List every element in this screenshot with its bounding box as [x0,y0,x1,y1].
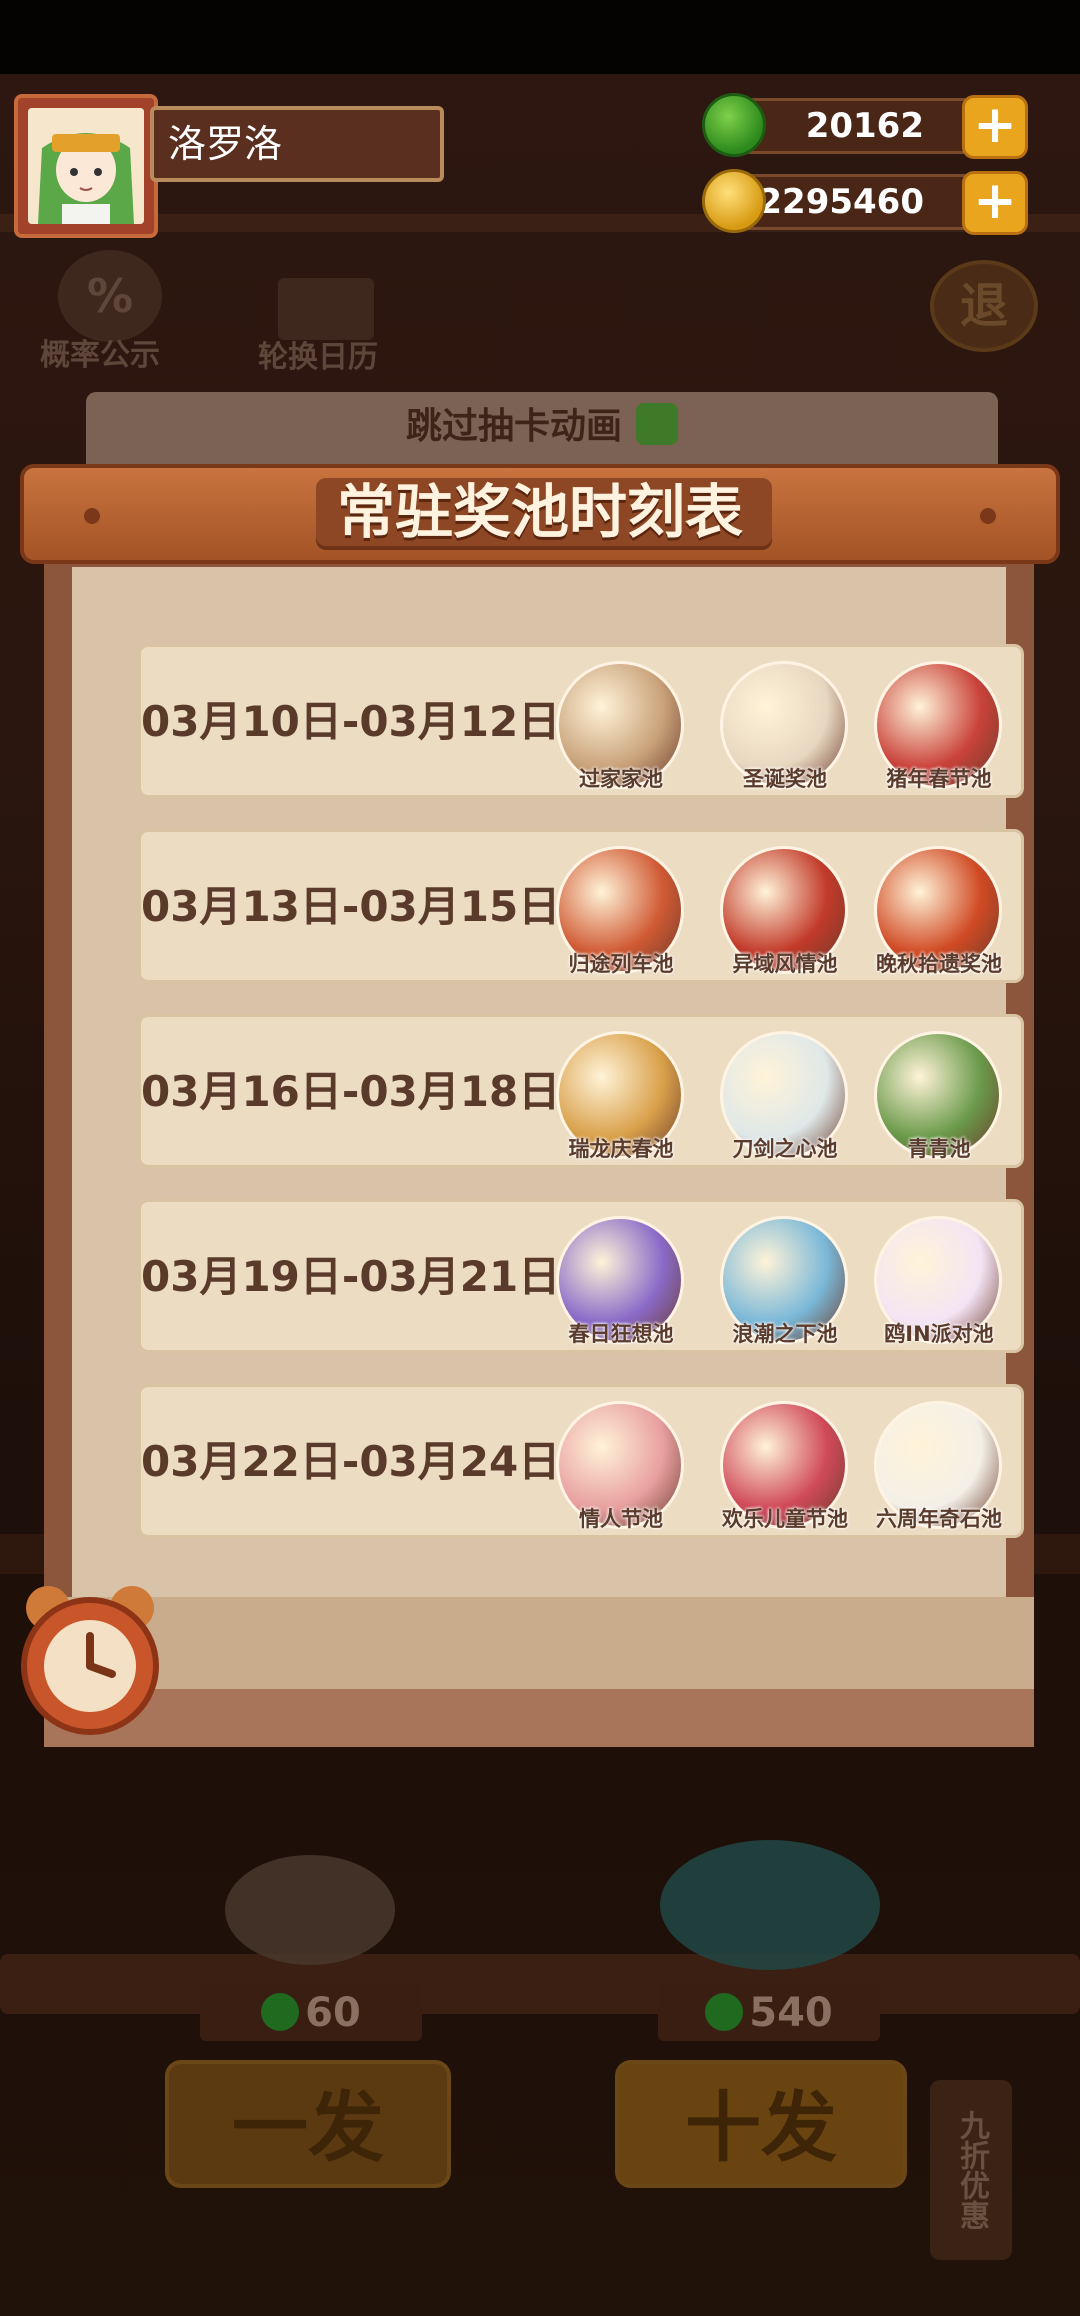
pool-label: 瑞龙庆春池 [568,1137,674,1161]
single-pull-fish [225,1855,395,1965]
pool-label: 过家家池 [579,767,663,791]
single-cost: 60 [200,1985,422,2041]
pool-item[interactable]: 春日狂想池 [556,1216,686,1352]
green-jade-coin-icon [261,1993,300,2031]
jade-counter: 20162 + [702,93,1028,159]
pool-item[interactable]: 过家家池 [556,661,686,797]
add-jade-button[interactable]: + [962,95,1028,159]
pool-item[interactable]: 瑞龙庆春池 [556,1031,686,1167]
ten-pull-fish [660,1840,880,1970]
pool-item[interactable]: 鸥IN派对池 [874,1216,1004,1352]
schedule-date: 03月10日-03月12日 [141,697,561,746]
probability-label: 概率公示 [40,338,160,373]
skip-animation-toggle[interactable]: 跳过抽卡动画 [86,392,998,470]
add-gold-button[interactable]: + [962,171,1028,235]
checkmark-icon [636,403,678,445]
gold-coin-icon [702,169,766,233]
avatar-image [28,108,144,224]
pool-label: 青青池 [907,1137,971,1161]
skip-animation-label: 跳过抽卡动画 [405,406,622,447]
pool-item[interactable]: 六周年奇石池 [874,1401,1004,1537]
green-jade-coin-icon [705,1993,744,2031]
pool-label: 春日狂想池 [568,1322,674,1346]
exit-button[interactable]: 退 [930,260,1038,352]
discount-tag: 九折优惠 [930,2080,1012,2260]
schedule-date: 03月13日-03月15日 [141,882,561,931]
alarm-clock-icon[interactable] [10,1580,170,1740]
ten-cost-value: 540 [749,1990,833,2036]
schedule-row: 03月19日-03月21日 春日狂想池 浪潮之下池鸥IN派对池 [138,1199,1024,1353]
schedule-date: 03月19日-03月21日 [141,1252,561,1301]
player-avatar[interactable] [14,94,158,238]
pool-item[interactable]: 圣诞奖池 [720,661,850,797]
schedule-date: 03月22日-03月24日 [141,1437,561,1486]
panel-footer [44,1597,1034,1747]
pool-item[interactable]: 异域风情池 [720,846,850,982]
percent-gear-icon[interactable]: % [58,250,162,342]
pool-item[interactable]: 浪潮之下池 [720,1216,850,1352]
panel-title-banner: 常驻奖池时刻表 [20,464,1060,564]
single-cost-value: 60 [305,1990,361,2036]
pool-item[interactable]: 情人节池 [556,1401,686,1537]
gold-counter: 2295460 + [702,169,1028,235]
game-screen: 洛罗洛 20162 + 2295460 + % 概率公示 轮换日历 退 跳过抽卡… [0,0,1080,2316]
calendar-icon[interactable] [278,278,374,340]
schedule-row: 03月13日-03月15日 归途列车池 异域风情池晚秋拾遗奖池 [138,829,1024,983]
pool-label: 鸥IN派对池 [884,1322,994,1346]
schedule-date: 03月16日-03月18日 [141,1067,561,1116]
pool-item[interactable]: 青青池 [874,1031,1004,1167]
pool-label: 情人节池 [579,1507,663,1531]
pool-label: 归途列车池 [568,952,674,976]
green-jade-coin-icon [702,93,766,157]
ten-cost: 540 [658,1985,880,2041]
panel-title: 常驻奖池时刻表 [336,478,743,546]
pool-label: 猪年春节池 [886,767,992,791]
pool-item[interactable]: 刀剑之心池 [720,1031,850,1167]
single-pull-button[interactable]: 一发 [165,2060,451,2188]
pool-item[interactable]: 晚秋拾遗奖池 [874,846,1004,982]
pool-item[interactable]: 归途列车池 [556,846,686,982]
pool-label: 六周年奇石池 [876,1507,1002,1531]
schedule-row: 03月16日-03月18日 瑞龙庆春池 刀剑之心池青青池 [138,1014,1024,1168]
jade-value: 20162 [805,106,924,146]
pool-label: 晚秋拾遗奖池 [876,952,1002,976]
ten-pull-button[interactable]: 十发 [615,2060,907,2188]
pool-item[interactable]: 欢乐儿童节池 [720,1401,850,1537]
player-name: 洛罗洛 [150,106,444,182]
rotation-calendar-label: 轮换日历 [258,340,378,375]
status-bar-area [0,0,1080,74]
gold-value: 2295460 [758,182,924,222]
schedule-row: 03月22日-03月24日 情人节池 欢乐儿童节池六周年奇石池 [138,1384,1024,1538]
schedule-row: 03月10日-03月12日 过家家池 圣诞奖池猪年春节池 [138,644,1024,798]
pool-item[interactable]: 猪年春节池 [874,661,1004,797]
